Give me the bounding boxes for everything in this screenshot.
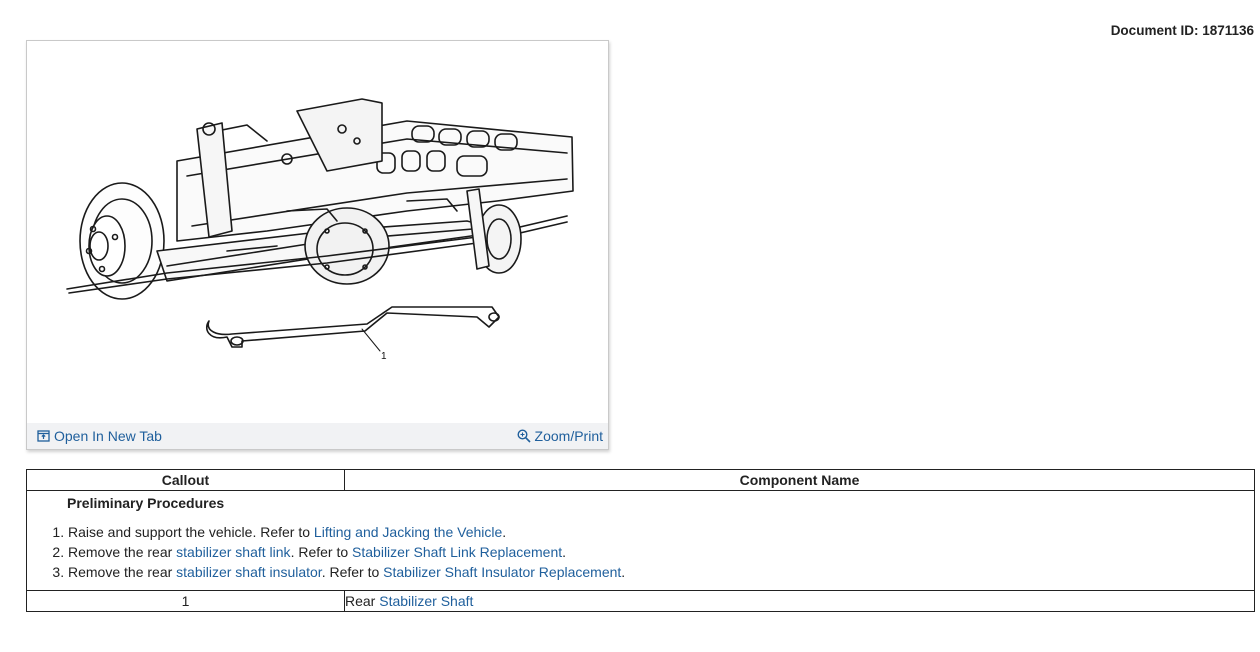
open-in-new-tab-link[interactable]: Open In New Tab [37,428,162,444]
step-text: . [562,544,567,560]
preliminary-procedures-title: Preliminary Procedures [67,495,225,511]
document-id: Document ID: 1871136 [1110,23,1254,38]
stabilizer-shaft-link[interactable]: Stabilizer Shaft [379,593,473,609]
zoom-print-link[interactable]: Zoom/Print [517,428,603,444]
callout-header: Callout [26,469,345,491]
table-row: 1 Rear Stabilizer Shaft [26,590,1255,612]
open-in-new-tab-label: Open In New Tab [54,428,162,444]
components-table: Callout Component Name Preliminary Proce… [26,469,1255,612]
preliminary-steps-list: Raise and support the vehicle. Refer to … [27,522,1254,582]
step-text: Remove the rear [68,544,177,560]
step-text: . Refer to [290,544,353,560]
stabilizer-shaft-insulator-replacement-link[interactable]: Stabilizer Shaft Insulator Replacement [383,564,621,580]
zoom-print-label: Zoom/Print [534,428,603,444]
table-header-row: Callout Component Name [26,469,1255,491]
component-name-header: Component Name [344,469,1255,491]
list-item: Remove the rear stabilizer shaft insulat… [68,562,1254,582]
list-item: Remove the rear stabilizer shaft link. R… [68,542,1254,562]
step-text: . Refer to [321,564,384,580]
preliminary-procedures-cell: Preliminary Procedures Raise and support… [26,490,1255,591]
open-in-new-tab-icon [37,430,50,442]
component-name-cell: Rear Stabilizer Shaft [344,590,1255,612]
list-item: Raise and support the vehicle. Refer to … [68,522,1254,542]
stabilizer-shaft-insulator-link[interactable]: stabilizer shaft insulator [176,564,322,580]
preliminary-procedures-row: Preliminary Procedures Raise and support… [26,490,1255,591]
callout-cell: 1 [26,590,345,612]
lifting-and-jacking-link[interactable]: Lifting and Jacking the Vehicle [314,524,502,540]
step-text: Remove the rear [68,564,177,580]
step-text: . [621,564,626,580]
component-name-prefix: Rear [345,593,380,609]
figure-toolbar: Open In New Tab Zoom/Print [27,423,608,449]
magnifier-icon [517,429,531,443]
stabilizer-shaft-link-replacement-link[interactable]: Stabilizer Shaft Link Replacement [352,544,562,560]
rear-suspension-illustration: 1 [66,98,574,362]
illustration-figure: 1 Open In New Tab Zoom/Print [26,40,609,450]
step-text: . [502,524,507,540]
stabilizer-shaft-link-link[interactable]: stabilizer shaft link [176,544,290,560]
step-text: Raise and support the vehicle. Refer to [68,524,314,540]
callout-number: 1 [381,351,387,362]
